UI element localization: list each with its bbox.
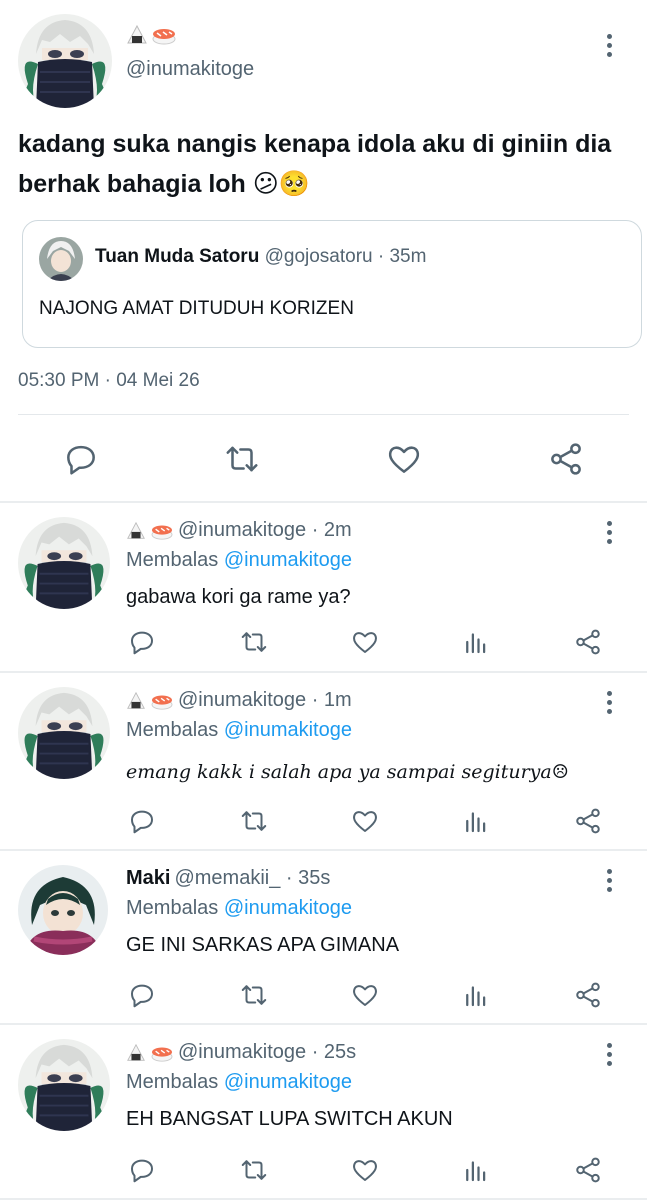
replying-to-link[interactable]: @inumakitoge xyxy=(224,1071,352,1093)
share-icon[interactable] xyxy=(547,440,585,478)
replying-to: Membalas @inumakitoge xyxy=(126,719,352,742)
views-icon[interactable] xyxy=(461,806,491,836)
retweet-icon[interactable] xyxy=(223,440,261,478)
reply-text: gabawa kori ga rame ya? xyxy=(126,586,351,608)
more-options-icon[interactable] xyxy=(606,34,612,57)
share-icon[interactable] xyxy=(573,980,603,1010)
replying-prefix: Membalas xyxy=(126,549,219,571)
reply-handle-time: @inumakitoge · 1m xyxy=(178,689,352,711)
share-icon[interactable] xyxy=(573,627,603,657)
like-icon[interactable] xyxy=(350,806,380,836)
tweet-text: kadang suka nangis kenapa idola aku di g… xyxy=(18,130,612,198)
onigiri-icon xyxy=(127,1043,145,1061)
share-icon[interactable] xyxy=(573,1155,603,1185)
main-tweet: @inumakitoge kadang suka nangis kenapa i… xyxy=(0,0,647,503)
avatar[interactable] xyxy=(18,14,112,108)
more-options-icon[interactable] xyxy=(606,869,612,892)
quote-display-name: Tuan Muda Satoru xyxy=(95,246,260,267)
avatar[interactable] xyxy=(18,1039,110,1131)
reply-handle-time: @inumakitoge · 25s xyxy=(178,1041,357,1063)
like-icon[interactable] xyxy=(385,440,423,478)
reply-header: @inumakitoge · 1m xyxy=(126,689,352,712)
more-options-icon[interactable] xyxy=(606,1043,612,1066)
reply-tweet[interactable]: @inumakitoge · 25s Membalas @inumakitoge… xyxy=(0,1025,647,1200)
reply-tweet[interactable]: Maki @memakii_ · 35s Membalas @inumakito… xyxy=(0,851,647,1023)
replying-to: Membalas @inumakitoge xyxy=(126,897,352,920)
replying-to-link[interactable]: @inumakitoge xyxy=(224,897,352,919)
sushi-icon xyxy=(151,525,173,540)
reply-header: @inumakitoge · 2m xyxy=(126,519,352,542)
reply-header: @inumakitoge · 25s xyxy=(126,1041,356,1064)
avatar[interactable] xyxy=(18,517,110,609)
quote-text: NAJONG AMAT DITUDUH KORIZEN xyxy=(39,298,354,319)
username[interactable]: @inumakitoge xyxy=(126,58,254,81)
onigiri-icon xyxy=(127,24,147,44)
like-icon[interactable] xyxy=(350,980,380,1010)
reply-icon[interactable] xyxy=(127,806,157,836)
avatar[interactable] xyxy=(18,865,108,955)
views-icon[interactable] xyxy=(461,1155,491,1185)
replying-prefix: Membalas xyxy=(126,719,219,741)
reply-tweet[interactable]: @inumakitoge · 1m Membalas @inumakitoge … xyxy=(0,673,647,849)
quote-handle-time: @gojosatoru · 35m xyxy=(264,246,427,267)
reply-handle-time: @inumakitoge · 2m xyxy=(178,519,352,541)
replying-to-link[interactable]: @inumakitoge xyxy=(224,549,352,571)
quote-tweet[interactable]: Tuan Muda Satoru @gojosatoru · 35m NAJON… xyxy=(22,220,642,348)
replying-prefix: Membalas xyxy=(126,1071,219,1093)
views-icon[interactable] xyxy=(461,980,491,1010)
reply-text: GE INI SARKAS APA GIMANA xyxy=(126,934,400,956)
sushi-icon xyxy=(152,29,176,45)
reply-display-name[interactable]: Maki xyxy=(126,867,170,890)
reply-header: Maki @memakii_ · 35s xyxy=(126,867,330,890)
divider xyxy=(18,414,629,415)
timestamp[interactable]: 05:30 PM · 04 Mei 26 xyxy=(18,370,200,392)
replying-to-link[interactable]: @inumakitoge xyxy=(224,719,352,741)
sushi-icon xyxy=(151,1047,173,1062)
retweet-icon[interactable] xyxy=(239,627,269,657)
quote-header: Tuan Muda Satoru @gojosatoru · 35m xyxy=(95,246,426,268)
more-options-icon[interactable] xyxy=(606,521,612,544)
onigiri-icon xyxy=(127,691,145,709)
reply-text: EH BANGSAT LUPA SWITCH AKUN xyxy=(126,1108,453,1130)
reply-icon[interactable] xyxy=(127,627,157,657)
views-icon[interactable] xyxy=(461,627,491,657)
retweet-icon[interactable] xyxy=(239,1155,269,1185)
replying-to: Membalas @inumakitoge xyxy=(126,1071,352,1094)
more-options-icon[interactable] xyxy=(606,691,612,714)
avatar xyxy=(39,237,83,281)
replying-prefix: Membalas xyxy=(126,897,219,919)
share-icon[interactable] xyxy=(573,806,603,836)
reply-icon[interactable] xyxy=(62,440,100,478)
avatar[interactable] xyxy=(18,687,110,779)
onigiri-icon xyxy=(127,521,145,539)
reply-tweet[interactable]: @inumakitoge · 2m Membalas @inumakitoge … xyxy=(0,503,647,671)
like-icon[interactable] xyxy=(350,627,380,657)
reply-icon[interactable] xyxy=(127,980,157,1010)
reply-icon[interactable] xyxy=(127,1155,157,1185)
replying-to: Membalas @inumakitoge xyxy=(126,549,352,572)
retweet-icon[interactable] xyxy=(239,980,269,1010)
sushi-icon xyxy=(151,695,173,710)
reply-text: emang kakk i salah apa ya sampai segitur… xyxy=(126,761,569,783)
display-name-emojis xyxy=(126,24,177,46)
like-icon[interactable] xyxy=(350,1155,380,1185)
reply-handle-time: @memakii_ · 35s xyxy=(174,867,331,889)
retweet-icon[interactable] xyxy=(239,806,269,836)
